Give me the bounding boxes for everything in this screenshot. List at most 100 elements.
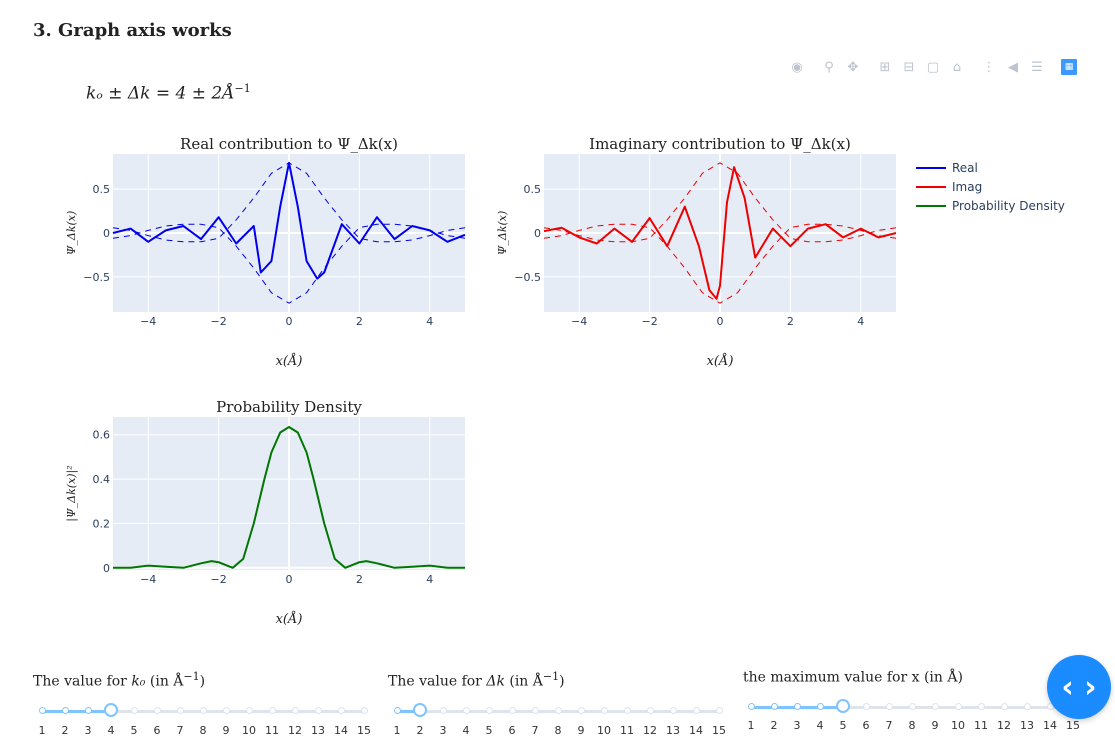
slider-step-dot[interactable]: [393, 707, 401, 714]
slider-step-dot[interactable]: [977, 703, 985, 710]
slider-tick-label[interactable]: 4: [108, 724, 115, 737]
slider-tick-label[interactable]: 12: [643, 724, 657, 737]
slider-step-dot[interactable]: [715, 707, 723, 714]
slider-step-dot[interactable]: [793, 703, 801, 710]
slider-handle[interactable]: [104, 703, 118, 717]
slider-tick-label[interactable]: 8: [555, 724, 562, 737]
slider-step-dot[interactable]: [885, 703, 893, 710]
slider-step-dot[interactable]: [360, 707, 368, 714]
slider-step-dot[interactable]: [954, 703, 962, 710]
slider-tick-label[interactable]: 1: [748, 719, 755, 732]
slider-step-dot[interactable]: [554, 707, 562, 714]
slider-tick-label[interactable]: 3: [85, 724, 92, 737]
slider-tick-label[interactable]: 9: [932, 719, 939, 732]
slider-step-dot[interactable]: [816, 703, 824, 710]
slider-step-dot[interactable]: [462, 707, 470, 714]
imag-x-tick-label: 4: [857, 315, 864, 328]
slider-step-dot[interactable]: [646, 707, 654, 714]
slider-step-dot[interactable]: [1023, 703, 1031, 710]
prob-x-axis-label: x(Å): [276, 611, 303, 627]
slider-step-dot[interactable]: [61, 707, 69, 714]
slider-step-dot[interactable]: [600, 707, 608, 714]
code-toggle-button[interactable]: ‹ ›: [1047, 655, 1111, 719]
slider-tick-label[interactable]: 3: [794, 719, 801, 732]
slider-step-dot[interactable]: [314, 707, 322, 714]
value-slider[interactable]: [747, 699, 1077, 714]
slider-tick-label[interactable]: 5: [131, 724, 138, 737]
slider-tick-label[interactable]: 6: [509, 724, 516, 737]
slider-tick-label[interactable]: 12: [288, 724, 302, 737]
slider-handle[interactable]: [413, 703, 427, 717]
value-slider[interactable]: [38, 703, 368, 718]
slider-label-close: ): [199, 673, 206, 690]
slider-tick-label[interactable]: 8: [909, 719, 916, 732]
slider-step-dot[interactable]: [692, 707, 700, 714]
slider-tick-label[interactable]: 2: [417, 724, 424, 737]
slider-tick-label[interactable]: 8: [200, 724, 207, 737]
slider-step-dot[interactable]: [176, 707, 184, 714]
slider-tick-label[interactable]: 10: [242, 724, 256, 737]
slider-step-dot[interactable]: [508, 707, 516, 714]
slider-tick-label[interactable]: 11: [974, 719, 988, 732]
slider-tick-label[interactable]: 4: [817, 719, 824, 732]
slider-step-dot[interactable]: [669, 707, 677, 714]
slider-step-dot[interactable]: [153, 707, 161, 714]
slider-tick-label[interactable]: 3: [440, 724, 447, 737]
slider-step-dot[interactable]: [199, 707, 207, 714]
slider-tick-label[interactable]: 11: [620, 724, 634, 737]
slider-tick-label[interactable]: 7: [177, 724, 184, 737]
slider-tick-label[interactable]: 2: [771, 719, 778, 732]
slider-step-dot[interactable]: [485, 707, 493, 714]
slider-tick-label[interactable]: 11: [265, 724, 279, 737]
slider-tick-label[interactable]: 12: [997, 719, 1011, 732]
slider-tick-label[interactable]: 1: [394, 724, 401, 737]
slider-tick-label[interactable]: 7: [532, 724, 539, 737]
slider-step-dot[interactable]: [38, 707, 46, 714]
slider-step-dot[interactable]: [291, 707, 299, 714]
slider-tick-label[interactable]: 14: [689, 724, 703, 737]
slider-tick-label[interactable]: 13: [666, 724, 680, 737]
slider-tick-label[interactable]: 6: [154, 724, 161, 737]
slider-tick-label[interactable]: 9: [578, 724, 585, 737]
slider-step-dot[interactable]: [908, 703, 916, 710]
slider-step-dot[interactable]: [531, 707, 539, 714]
slider-tick-label[interactable]: 5: [486, 724, 493, 737]
real-x-tick-label: 4: [426, 315, 433, 328]
slider-step-dot[interactable]: [84, 707, 92, 714]
slider-step-dot[interactable]: [770, 703, 778, 710]
slider-tick-label[interactable]: 15: [712, 724, 726, 737]
legend-label: Imag: [952, 180, 982, 194]
slider-step-dot[interactable]: [931, 703, 939, 710]
slider-tick-label[interactable]: 14: [334, 724, 348, 737]
slider-tick-label[interactable]: 5: [840, 719, 847, 732]
slider-tick-label[interactable]: 15: [1066, 719, 1080, 732]
slider-tick-label[interactable]: 7: [886, 719, 893, 732]
real-x-axis-label: x(Å): [276, 353, 303, 369]
slider-step-dot[interactable]: [747, 703, 755, 710]
slider-tick-label[interactable]: 6: [863, 719, 870, 732]
slider-tick-label[interactable]: 13: [311, 724, 325, 737]
slider-step-dot[interactable]: [268, 707, 276, 714]
code-brackets-icon: ‹ ›: [1061, 669, 1097, 705]
slider-tick-label[interactable]: 10: [597, 724, 611, 737]
slider-step-dot[interactable]: [862, 703, 870, 710]
slider-tick-label[interactable]: 1: [39, 724, 46, 737]
slider-tick-label[interactable]: 9: [223, 724, 230, 737]
slider-tick-label[interactable]: 2: [62, 724, 69, 737]
slider-tick-label[interactable]: 14: [1043, 719, 1057, 732]
slider-step-dot[interactable]: [337, 707, 345, 714]
slider-step-dot[interactable]: [222, 707, 230, 714]
slider-step-dot[interactable]: [130, 707, 138, 714]
slider-step-dot[interactable]: [1000, 703, 1008, 710]
slider-tick-label[interactable]: 10: [951, 719, 965, 732]
slider-step-dot[interactable]: [439, 707, 447, 714]
slider-step-dot[interactable]: [245, 707, 253, 714]
slider-handle[interactable]: [836, 699, 850, 713]
slider-step-dot[interactable]: [577, 707, 585, 714]
subplot-figure[interactable]: −4 −2 0 2 4 −0.5 0 0.5 Real contribution to Ψ_Δk…: [0, 0, 1115, 660]
slider-tick-label[interactable]: 4: [463, 724, 470, 737]
slider-tick-label[interactable]: 15: [357, 724, 371, 737]
slider-step-dot[interactable]: [623, 707, 631, 714]
value-slider[interactable]: [393, 703, 723, 718]
slider-tick-label[interactable]: 13: [1020, 719, 1034, 732]
